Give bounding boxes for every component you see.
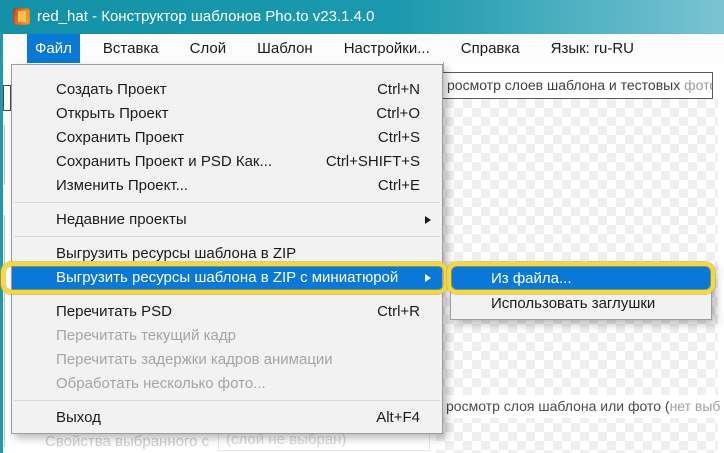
menu-separator	[12, 290, 442, 300]
app-icon-page	[18, 11, 26, 22]
layer-preview-header-tail: нет выб	[670, 398, 721, 414]
menu-item-exit[interactable]: Выход Alt+F4	[12, 406, 442, 430]
layer-preview-header: росмотр слоя шаблона или фото (нет выб	[436, 395, 724, 418]
menu-item-label: Перечитать задержки кадров анимации	[56, 348, 420, 372]
menubar-item-layer[interactable]: Слой	[182, 34, 234, 63]
annotation-highlight-ring	[447, 262, 715, 294]
menubar-item-template[interactable]: Шаблон	[249, 34, 321, 63]
app-icon	[13, 8, 30, 25]
menu-item-open-project[interactable]: Открыть Проект Ctrl+O	[12, 102, 442, 126]
menu-item-label: Выгрузить ресурсы шаблона в ZIP	[56, 242, 420, 266]
menu-item-label: Сохранить Проект и PSD Как...	[56, 150, 326, 174]
menubar-item-help[interactable]: Справка	[453, 34, 528, 63]
menu-item-shortcut: Alt+F4	[376, 406, 420, 430]
menu-item-label: Недавние проекты	[56, 208, 420, 232]
menu-item-recent-projects[interactable]: Недавние проекты	[12, 208, 442, 232]
menu-separator	[12, 198, 442, 208]
layers-preview-header-tail: фото	[684, 77, 713, 93]
menu-item-shortcut: Ctrl+S	[378, 126, 420, 150]
menu-item-label: Обработать несколько фото...	[56, 372, 420, 396]
background-panel-fragment	[3, 85, 11, 111]
title-bar: red_hat - Конструктор шаблонов Pho.to v2…	[0, 0, 724, 34]
menu-item-create-project[interactable]: Создать Проект Ctrl+N	[12, 78, 442, 102]
file-menu-dropdown: Создать Проект Ctrl+N Открыть Проект Ctr…	[11, 64, 443, 434]
menu-bar: Файл Вставка Слой Шаблон Настройки... Сп…	[0, 34, 724, 63]
submenu-arrow-icon	[425, 216, 431, 224]
menubar-item-settings[interactable]: Настройки...	[336, 34, 438, 63]
app-window: red_hat - Конструктор шаблонов Pho.to v2…	[0, 0, 724, 453]
selected-properties-label: Свойства выбранного с	[45, 433, 209, 450]
submenu-item-label: Использовать заглушки	[491, 295, 655, 312]
submenu-item-use-placeholders[interactable]: Использовать заглушки	[451, 291, 711, 316]
menu-item-label: Перечитать текущий кадр	[56, 324, 420, 348]
layer-preview-header-text: росмотр слоя шаблона или фото (	[446, 398, 670, 414]
menu-item-label: Создать Проект	[56, 78, 377, 102]
menu-item-label: Открыть Проект	[56, 102, 376, 126]
menu-item-save-project-psd-as[interactable]: Сохранить Проект и PSD Как... Ctrl+SHIFT…	[12, 150, 442, 174]
export-zip-submenu: Из файла... Использовать заглушки	[450, 264, 712, 320]
window-title: red_hat - Конструктор шаблонов Pho.to v2…	[37, 0, 374, 34]
menu-item-shortcut: Ctrl+E	[378, 174, 420, 198]
menu-item-shortcut: Ctrl+R	[377, 300, 420, 324]
menu-item-edit-project[interactable]: Изменить Проект... Ctrl+E	[12, 174, 442, 198]
menu-item-label: Выход	[56, 406, 376, 430]
menu-item-shortcut: Ctrl+SHIFT+S	[326, 150, 420, 174]
menu-separator	[12, 396, 442, 406]
menu-item-reread-current-frame: Перечитать текущий кадр	[12, 324, 442, 348]
menu-item-label: Сохранить Проект	[56, 126, 378, 150]
layers-preview-header-text: росмотр слоев шаблона и тестовых	[447, 77, 684, 93]
menu-item-process-multiple-photos: Обработать несколько фото...	[12, 372, 442, 396]
menu-item-label: Перечитать PSD	[56, 300, 377, 324]
menu-separator	[12, 232, 442, 242]
menu-item-label: Изменить Проект...	[56, 174, 378, 198]
background-panel-edge	[4, 125, 5, 185]
menu-item-shortcut: Ctrl+N	[377, 78, 420, 102]
submenu-item-from-file[interactable]: Из файла...	[451, 266, 711, 291]
menu-item-label: Выгрузить ресурсы шаблона в ZIP с миниат…	[56, 266, 420, 290]
menubar-item-insert[interactable]: Вставка	[95, 34, 167, 63]
menu-item-export-zip-with-thumbnail[interactable]: Выгрузить ресурсы шаблона в ZIP с миниат…	[12, 266, 442, 290]
layers-preview-header: росмотр слоев шаблона и тестовых фото	[436, 72, 713, 99]
menubar-item-language[interactable]: Язык: ru-RU	[543, 34, 642, 63]
menubar-item-file[interactable]: Файл	[27, 34, 80, 63]
menu-item-shortcut: Ctrl+O	[376, 102, 420, 126]
submenu-item-label: Из файла...	[491, 270, 572, 287]
background-panel-edge	[4, 215, 5, 447]
menu-item-save-project[interactable]: Сохранить Проект Ctrl+S	[12, 126, 442, 150]
menu-item-reread-psd[interactable]: Перечитать PSD Ctrl+R	[12, 300, 442, 324]
submenu-arrow-icon	[425, 274, 431, 282]
menu-item-reread-frame-delays: Перечитать задержки кадров анимации	[12, 348, 442, 372]
menu-item-export-zip[interactable]: Выгрузить ресурсы шаблона в ZIP	[12, 242, 442, 266]
